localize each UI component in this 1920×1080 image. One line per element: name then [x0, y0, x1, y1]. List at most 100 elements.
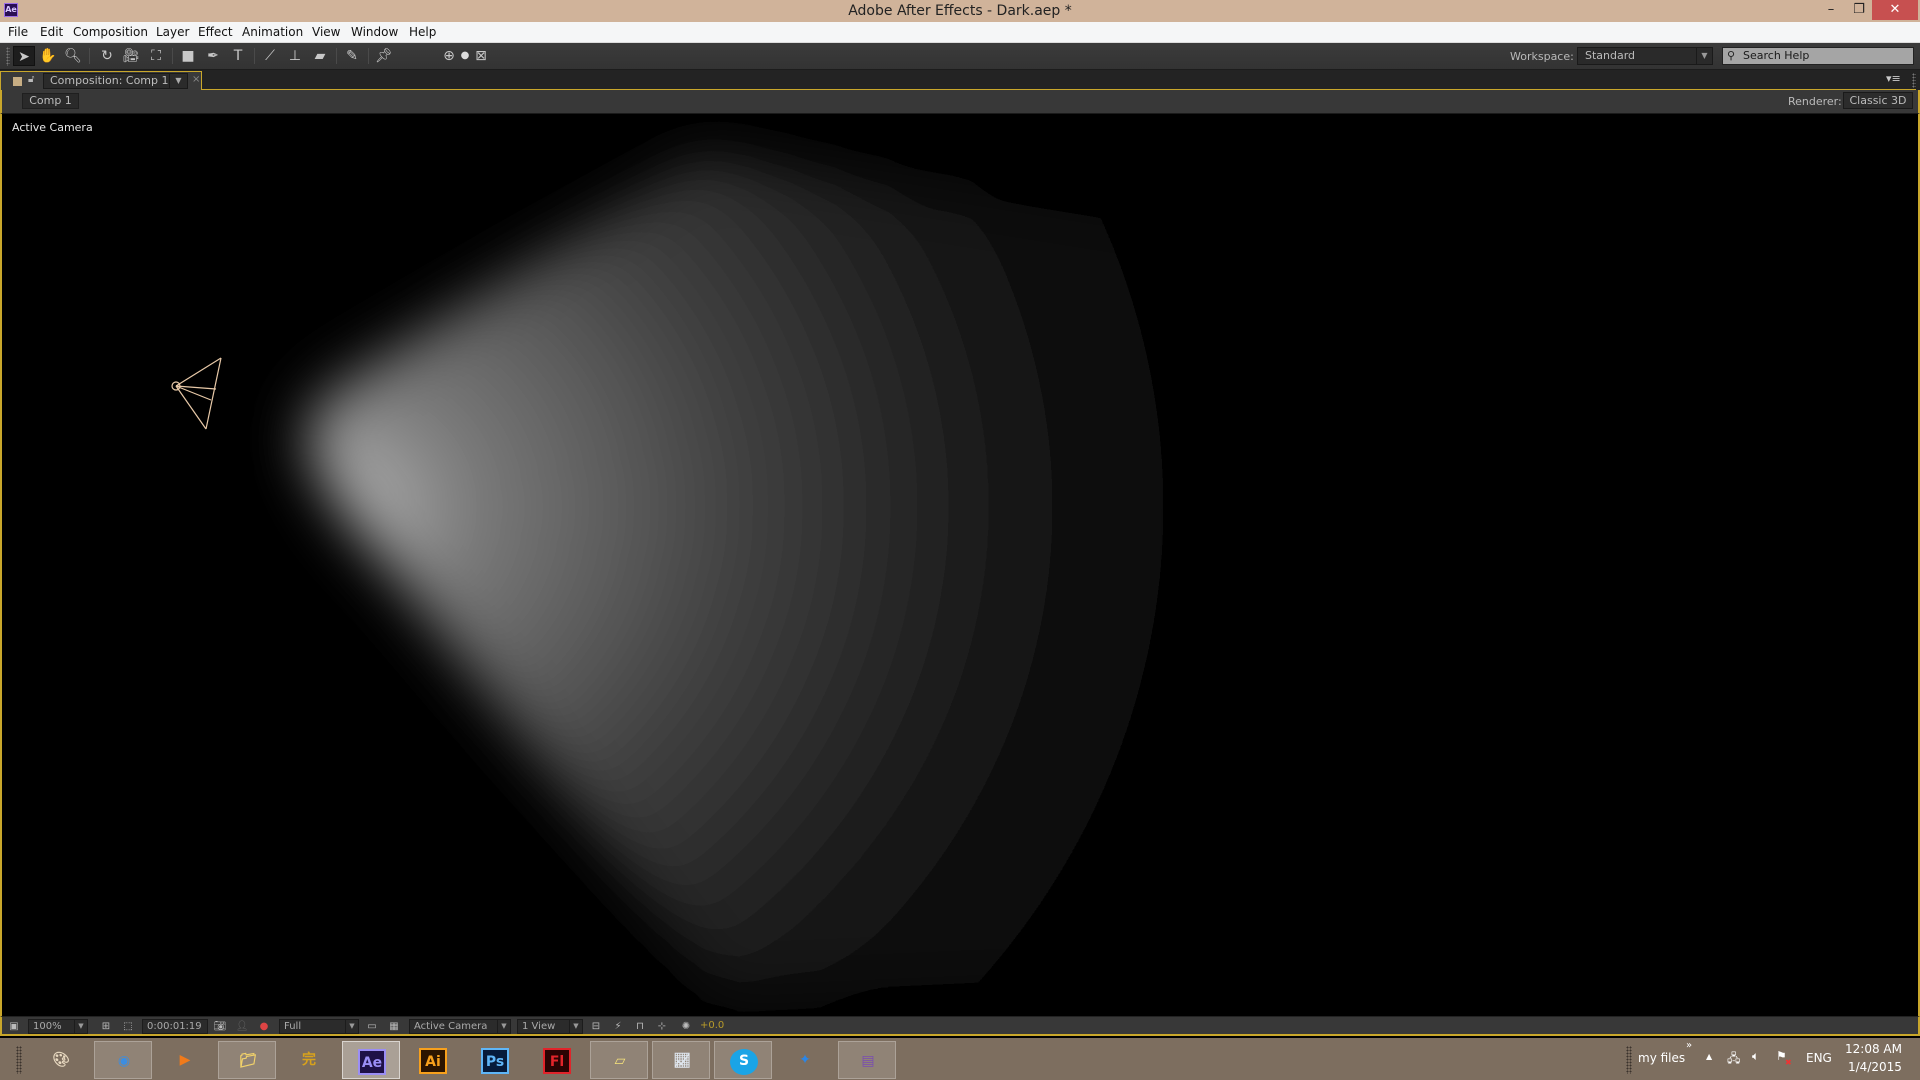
taskbar-app-sticky-notes[interactable]: ▱	[590, 1041, 648, 1079]
current-timecode: 0:00:01:19	[147, 1021, 202, 1032]
snapshot-icon[interactable]: 📷︎	[212, 1019, 228, 1034]
view-layout-value: 1 View	[522, 1021, 556, 1032]
close-button[interactable]: ✕	[1872, 0, 1918, 20]
current-time-field[interactable]: 0:00:01:19	[142, 1019, 208, 1034]
zoom-tool-icon[interactable]: 🔍︎	[62, 46, 84, 66]
3d-view-value: Active Camera	[414, 1021, 488, 1032]
rectangle-tool-icon[interactable]: ■	[177, 46, 199, 66]
toolbar-grip[interactable]	[6, 47, 10, 66]
toolbar-grip[interactable]	[1626, 1046, 1632, 1074]
transparency-grid-icon[interactable]: ▦	[386, 1019, 402, 1034]
magnification-select[interactable]: 100% ▼	[28, 1019, 88, 1034]
mask-visibility-icon[interactable]: ⬚	[120, 1019, 136, 1034]
panel-grip[interactable]	[1912, 73, 1916, 88]
toolbar-separator	[368, 48, 369, 64]
window-title: Adobe After Effects - Dark.aep *	[848, 3, 1072, 19]
menu-window[interactable]: Window	[351, 25, 398, 39]
menu-effect[interactable]: Effect	[198, 25, 233, 39]
3d-view-select[interactable]: Active Camera ▼	[409, 1019, 511, 1034]
taskbar-app-illustrator[interactable]: Ai	[404, 1041, 462, 1079]
restore-button[interactable]: ❐	[1846, 0, 1872, 20]
menu-composition[interactable]: Composition	[73, 25, 148, 39]
renderer-button[interactable]: Classic 3D	[1843, 92, 1913, 109]
network-icon[interactable]: 🖧︎	[1727, 1049, 1740, 1070]
paint-icon: 🎨︎	[52, 1052, 70, 1068]
menu-animation[interactable]: Animation	[242, 25, 303, 39]
chevron-down-icon[interactable]: ▼	[74, 1020, 87, 1033]
taskbar-app-winrar[interactable]: ▤	[838, 1041, 896, 1079]
lock-icon[interactable]: 🔓︎	[28, 74, 34, 85]
composition-panel-tabs: 🔓︎ Composition: Comp 1 ▼ × ▾≡	[0, 70, 1920, 91]
chevron-down-icon[interactable]: ▼	[1696, 48, 1712, 64]
eraser-tool-icon[interactable]: ▰	[309, 46, 331, 66]
taskbar-app-chrome[interactable]: ◉	[94, 1041, 152, 1079]
composition-tab-select[interactable]: Composition: Comp 1 ▼	[43, 73, 188, 89]
menu-file[interactable]: File	[8, 25, 28, 39]
workspace-select[interactable]: Standard ▼	[1577, 47, 1713, 65]
illustrator-icon: Ai	[419, 1048, 447, 1074]
menu-layer[interactable]: Layer	[156, 25, 189, 39]
taskbar-app-paint[interactable]: 🎨︎	[32, 1041, 90, 1079]
clock-time[interactable]: 12:08 AM	[1845, 1042, 1902, 1056]
show-snapshot-icon[interactable]: 👤︎	[234, 1019, 250, 1034]
taskbar-app-chinese-app[interactable]: 完	[280, 1041, 338, 1079]
close-tab-icon[interactable]: ×	[192, 74, 200, 85]
resource-monitor-icon: 📈︎	[673, 1053, 691, 1069]
taskbar-app-puzzle-app[interactable]: ✦	[776, 1041, 834, 1079]
type-tool-icon[interactable]: T	[227, 46, 249, 66]
menu-help[interactable]: Help	[409, 25, 436, 39]
view-axis-mode-icon[interactable]: ⊠	[470, 46, 492, 66]
chevron-down-icon[interactable]: ▼	[345, 1020, 358, 1033]
selection-tool-icon[interactable]: ➤	[13, 46, 35, 66]
region-of-interest-icon[interactable]: ▭	[364, 1019, 380, 1034]
workspace-label: Workspace:	[1510, 50, 1574, 63]
taskbar-app-media-player[interactable]: ▶	[156, 1041, 214, 1079]
show-hidden-icons-button[interactable]: ▲	[1706, 1052, 1712, 1061]
puppet-pin-tool-icon[interactable]: 📌︎	[373, 46, 395, 66]
reset-exposure-icon[interactable]: ✺	[678, 1019, 694, 1034]
clone-stamp-tool-icon[interactable]: ⊥	[284, 46, 306, 66]
volume-icon[interactable]: 🔈︎	[1752, 1049, 1759, 1064]
menu-view[interactable]: View	[312, 25, 340, 39]
pan-behind-tool-icon[interactable]: ⛶	[145, 46, 167, 66]
taskbar-app-photoshop[interactable]: Ps	[466, 1041, 524, 1079]
unified-camera-tool-icon[interactable]: 🎥︎	[120, 46, 142, 66]
pen-tool-icon[interactable]: ✒	[202, 46, 224, 66]
resolution-select[interactable]: Full ▼	[279, 1019, 359, 1034]
my-files-toolbar[interactable]: my files	[1638, 1051, 1685, 1065]
menu-edit[interactable]: Edit	[40, 25, 63, 39]
color-channels-icon[interactable]: ●	[256, 1019, 272, 1034]
toolbar-chevron-icon[interactable]: »	[1686, 1040, 1692, 1051]
taskbar-app-flash[interactable]: Fl	[528, 1041, 586, 1079]
taskbar-app-after-effects[interactable]: Ae	[342, 1041, 400, 1079]
fast-previews-icon[interactable]: ⚡︎	[610, 1019, 626, 1034]
composition-viewer[interactable]: Active Camera	[0, 114, 1920, 1016]
chevron-down-icon[interactable]: ▼	[169, 74, 187, 88]
chinese-app-icon: 完	[302, 1052, 316, 1068]
input-language[interactable]: ENG	[1806, 1051, 1832, 1065]
roto-brush-tool-icon[interactable]: ✎	[341, 46, 363, 66]
chevron-down-icon[interactable]: ▼	[569, 1020, 582, 1033]
clock-date[interactable]: 1/4/2015	[1848, 1060, 1902, 1074]
view-layout-select[interactable]: 1 View ▼	[517, 1019, 583, 1034]
panel-menu-icon[interactable]: ▾≡	[1886, 72, 1901, 85]
hand-tool-icon[interactable]: ✋	[37, 46, 59, 66]
toggle-pixel-aspect-icon[interactable]: ⊟	[588, 1019, 604, 1034]
taskbar-app-skype[interactable]: S	[714, 1041, 772, 1079]
timeline-icon[interactable]: ⊓	[632, 1019, 648, 1034]
flowchart-icon[interactable]: ⊹	[654, 1019, 670, 1034]
safe-areas-icon[interactable]: ⊞	[98, 1019, 114, 1034]
camera-wireframe-icon[interactable]	[171, 357, 222, 430]
taskbar-app-resource-monitor[interactable]: 📈︎	[652, 1041, 710, 1079]
taskbar-grip[interactable]	[16, 1046, 22, 1074]
minimize-button[interactable]: –	[1818, 0, 1844, 20]
brush-tool-icon[interactable]: ⟋	[259, 46, 281, 66]
taskbar-app-file-explorer[interactable]: 📁︎	[218, 1041, 276, 1079]
search-help-input[interactable]: ⚲ Search Help	[1722, 47, 1914, 65]
exposure-value[interactable]: +0.0	[700, 1020, 724, 1031]
chevron-down-icon[interactable]: ▼	[497, 1020, 510, 1033]
tab-composition[interactable]: 🔓︎ Composition: Comp 1 ▼ ×	[0, 71, 202, 91]
rotation-tool-icon[interactable]: ↻	[96, 46, 118, 66]
comp-navigator-button[interactable]: Comp 1	[22, 93, 79, 109]
always-preview-icon[interactable]: ▣	[6, 1019, 22, 1034]
